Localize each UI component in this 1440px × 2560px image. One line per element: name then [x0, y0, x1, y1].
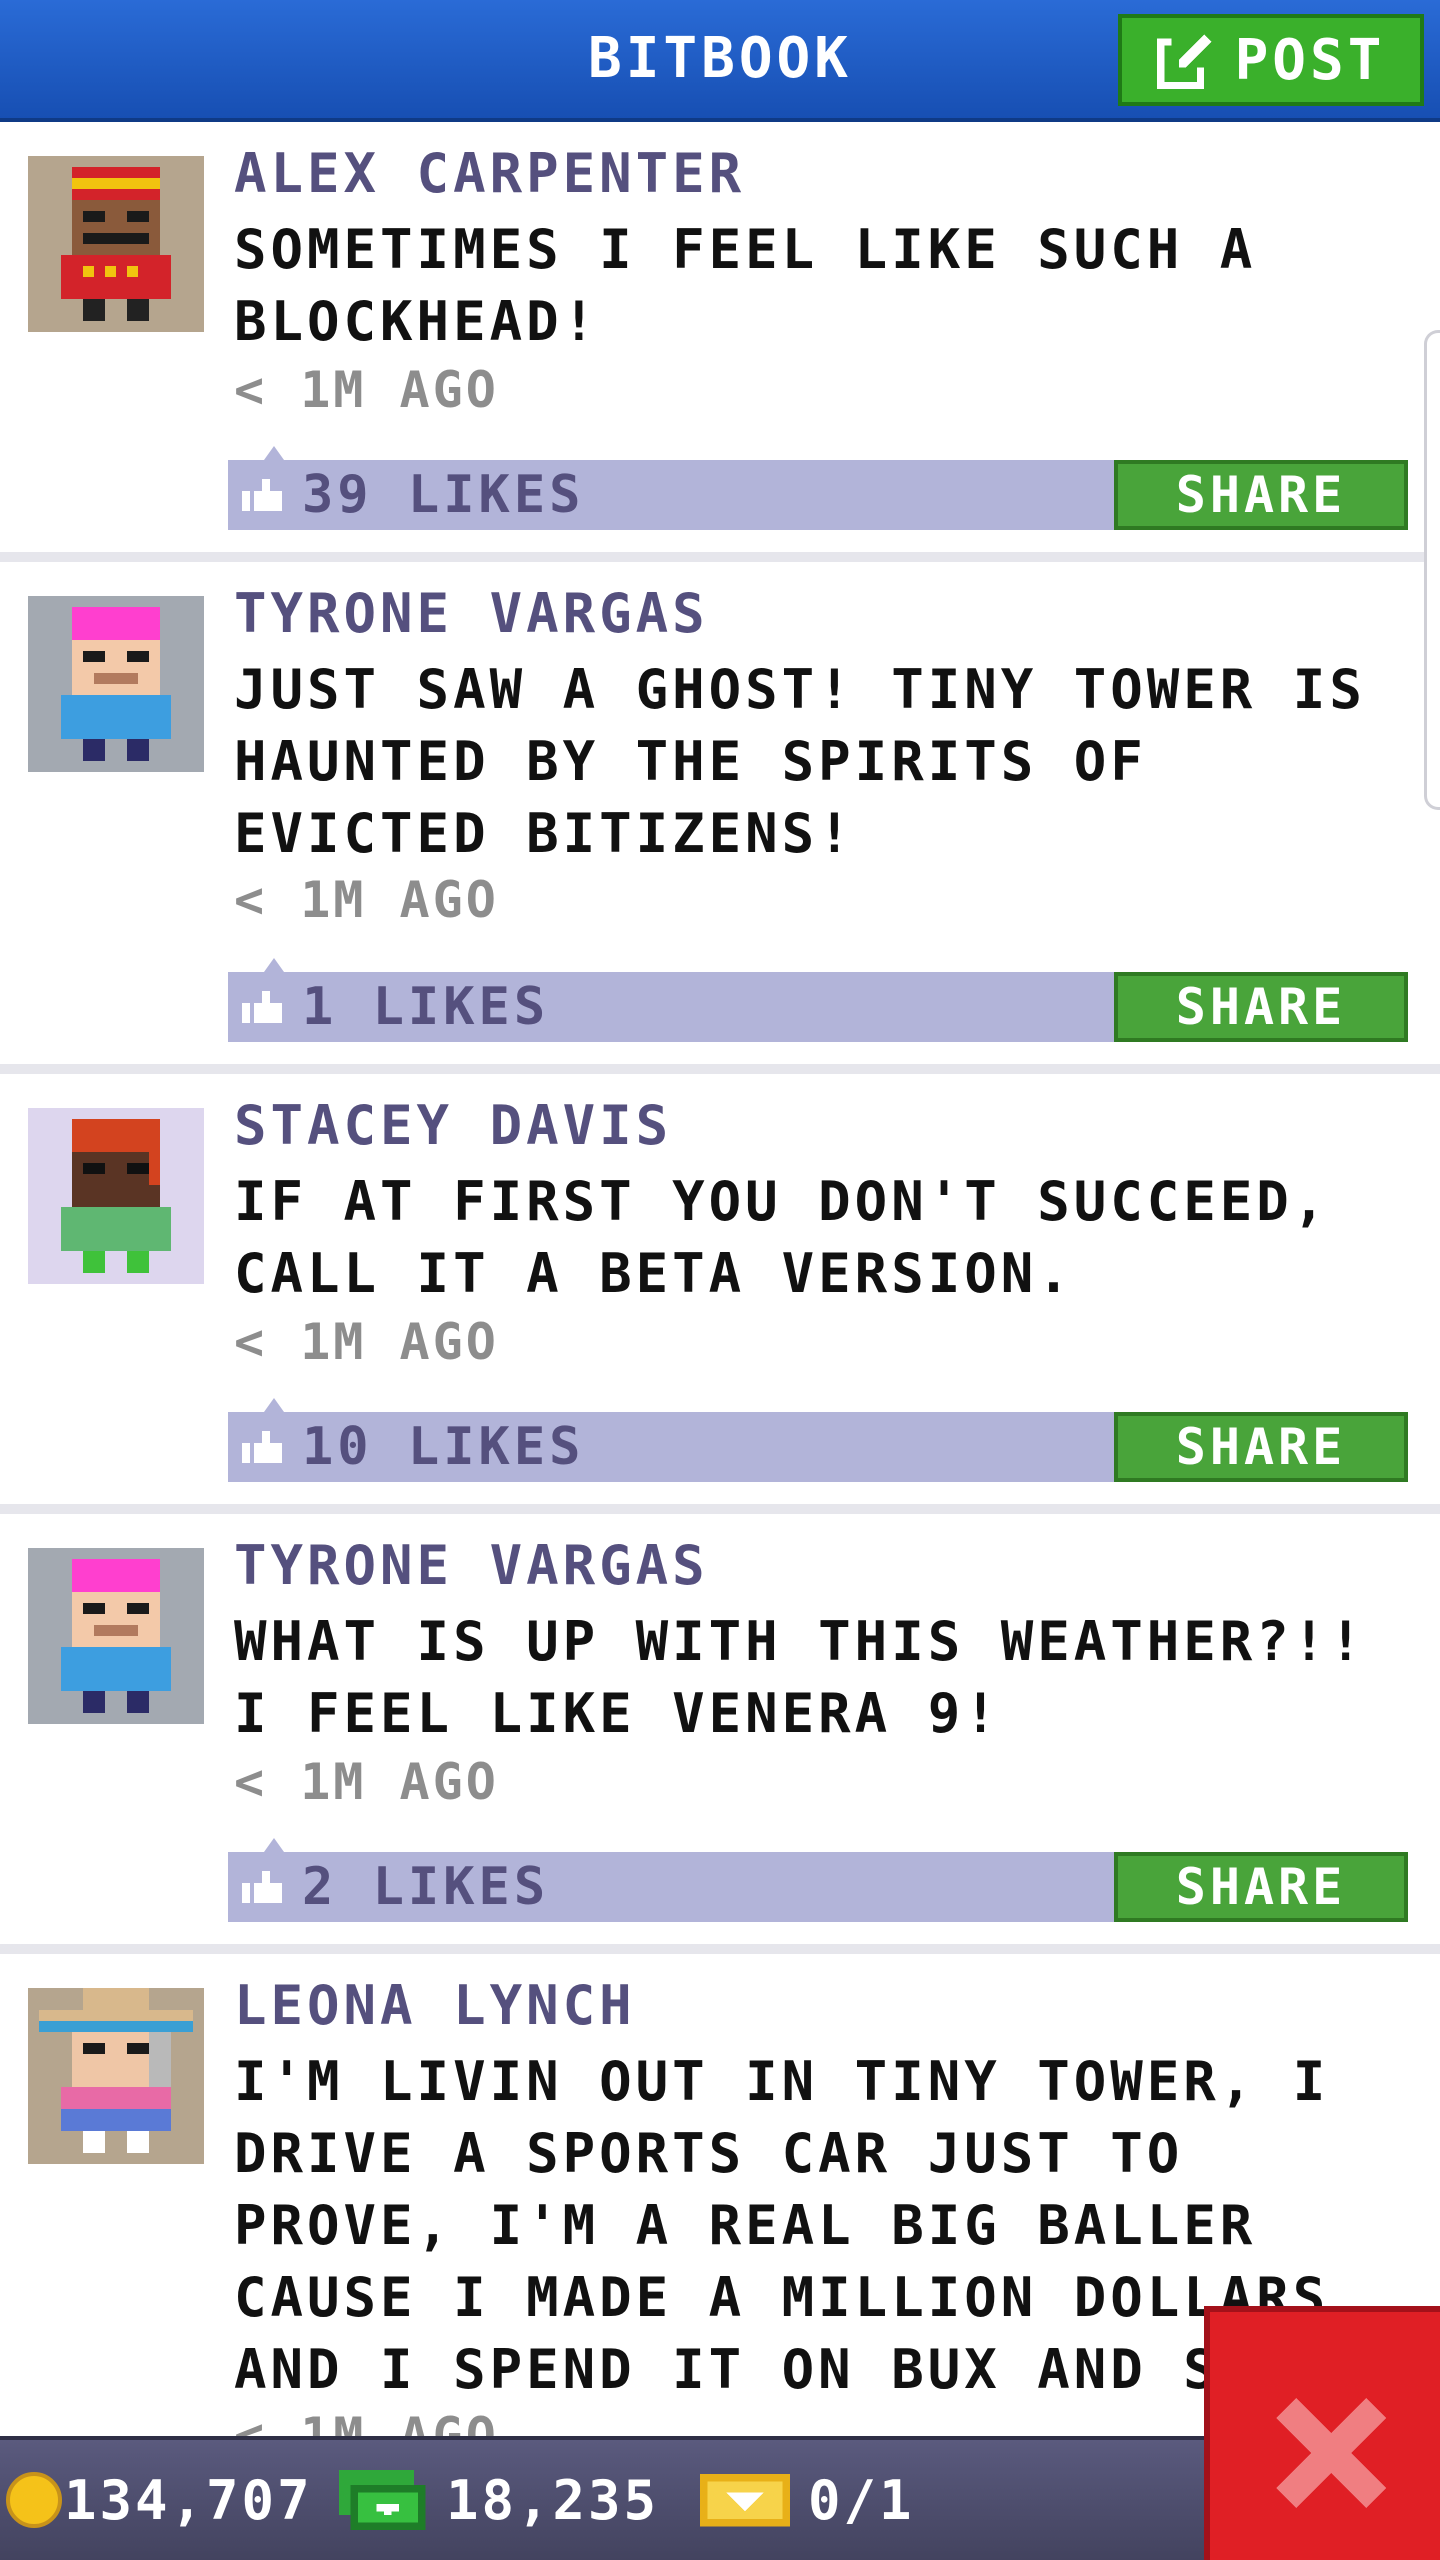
post-time: < 1M AGO	[234, 2407, 499, 2436]
bux-icon	[339, 2470, 426, 2530]
bitbook-screen: BITBOOK POST ALEX CARPENTER SOMETIMES I …	[0, 0, 1440, 2560]
avatar	[28, 596, 204, 772]
share-button[interactable]: SHARE	[1114, 1852, 1408, 1922]
like-count: 1 LIKES	[302, 977, 550, 1037]
feed-post: ALEX CARPENTER SOMETIMES I FEEL LIKE SUC…	[0, 122, 1440, 562]
share-button[interactable]: SHARE	[1114, 1412, 1408, 1482]
like-bar: 1 LIKES SHARE	[228, 958, 1408, 1042]
coins-stat: 134,707	[6, 2458, 313, 2542]
edit-icon	[1156, 34, 1211, 89]
close-button[interactable]	[1204, 2306, 1440, 2560]
bux-value: 18,235	[446, 2468, 660, 2532]
vip-ticket-icon	[700, 2473, 790, 2527]
post-button[interactable]: POST	[1118, 14, 1424, 106]
like-bar-notch	[264, 446, 284, 460]
share-button[interactable]: SHARE	[1114, 972, 1408, 1042]
post-button-label: POST	[1234, 27, 1386, 93]
post-message: JUST SAW A GHOST! TINY TOWER IS HAUNTED …	[234, 658, 1366, 865]
like-icon[interactable]	[242, 1870, 282, 1904]
like-icon[interactable]	[242, 990, 282, 1024]
vip-value: 0/1	[808, 2468, 915, 2532]
avatar	[28, 1108, 204, 1284]
bux-stat: 18,235	[338, 2458, 659, 2542]
scroll-indicator[interactable]	[1424, 330, 1440, 810]
post-time: < 1M AGO	[234, 871, 499, 929]
post-message: WHAT IS UP WITH THIS WEATHER?!! I FEEL L…	[234, 1610, 1366, 1745]
like-count: 39 LIKES	[302, 465, 585, 525]
post-message: IF AT FIRST YOU DON'T SUCCEED, CALL IT A…	[234, 1170, 1330, 1305]
vip-stat: 0/1	[700, 2458, 915, 2542]
post-author[interactable]: ALEX CARPENTER	[234, 142, 745, 206]
close-icon	[1276, 2398, 1386, 2508]
feed-post: TYRONE VARGAS WHAT IS UP WITH THIS WEATH…	[0, 1514, 1440, 1954]
like-count: 10 LIKES	[302, 1417, 585, 1477]
like-bar-notch	[264, 1838, 284, 1852]
like-bar: 39 LIKES SHARE	[228, 446, 1408, 530]
like-bar-notch	[264, 958, 284, 972]
coins-value: 134,707	[64, 2468, 313, 2532]
like-bar: 10 LIKES SHARE	[228, 1398, 1408, 1482]
post-author[interactable]: TYRONE VARGAS	[234, 1534, 709, 1598]
avatar	[28, 156, 204, 332]
feed-post: TYRONE VARGAS JUST SAW A GHOST! TINY TOW…	[0, 562, 1440, 1074]
like-count: 2 LIKES	[302, 1857, 550, 1917]
like-bar: 2 LIKES SHARE	[228, 1838, 1408, 1922]
like-icon[interactable]	[242, 478, 282, 512]
feed-list[interactable]: ALEX CARPENTER SOMETIMES I FEEL LIKE SUC…	[0, 122, 1440, 2436]
post-time: < 1M AGO	[234, 1313, 499, 1371]
post-time: < 1M AGO	[234, 1753, 499, 1811]
post-message: SOMETIMES I FEEL LIKE SUCH A BLOCKHEAD!	[234, 218, 1257, 353]
post-author[interactable]: STACEY DAVIS	[234, 1094, 672, 1158]
header-bar: BITBOOK POST	[0, 0, 1440, 122]
avatar	[28, 1548, 204, 1724]
post-time: < 1M AGO	[234, 361, 499, 419]
post-author[interactable]: TYRONE VARGAS	[234, 582, 709, 646]
avatar	[28, 1988, 204, 2164]
like-icon[interactable]	[242, 1430, 282, 1464]
like-bar-notch	[264, 1398, 284, 1412]
share-button[interactable]: SHARE	[1114, 460, 1408, 530]
post-author[interactable]: LEONA LYNCH	[234, 1974, 636, 2038]
coin-icon	[6, 2472, 62, 2528]
feed-post: STACEY DAVIS IF AT FIRST YOU DON'T SUCCE…	[0, 1074, 1440, 1514]
